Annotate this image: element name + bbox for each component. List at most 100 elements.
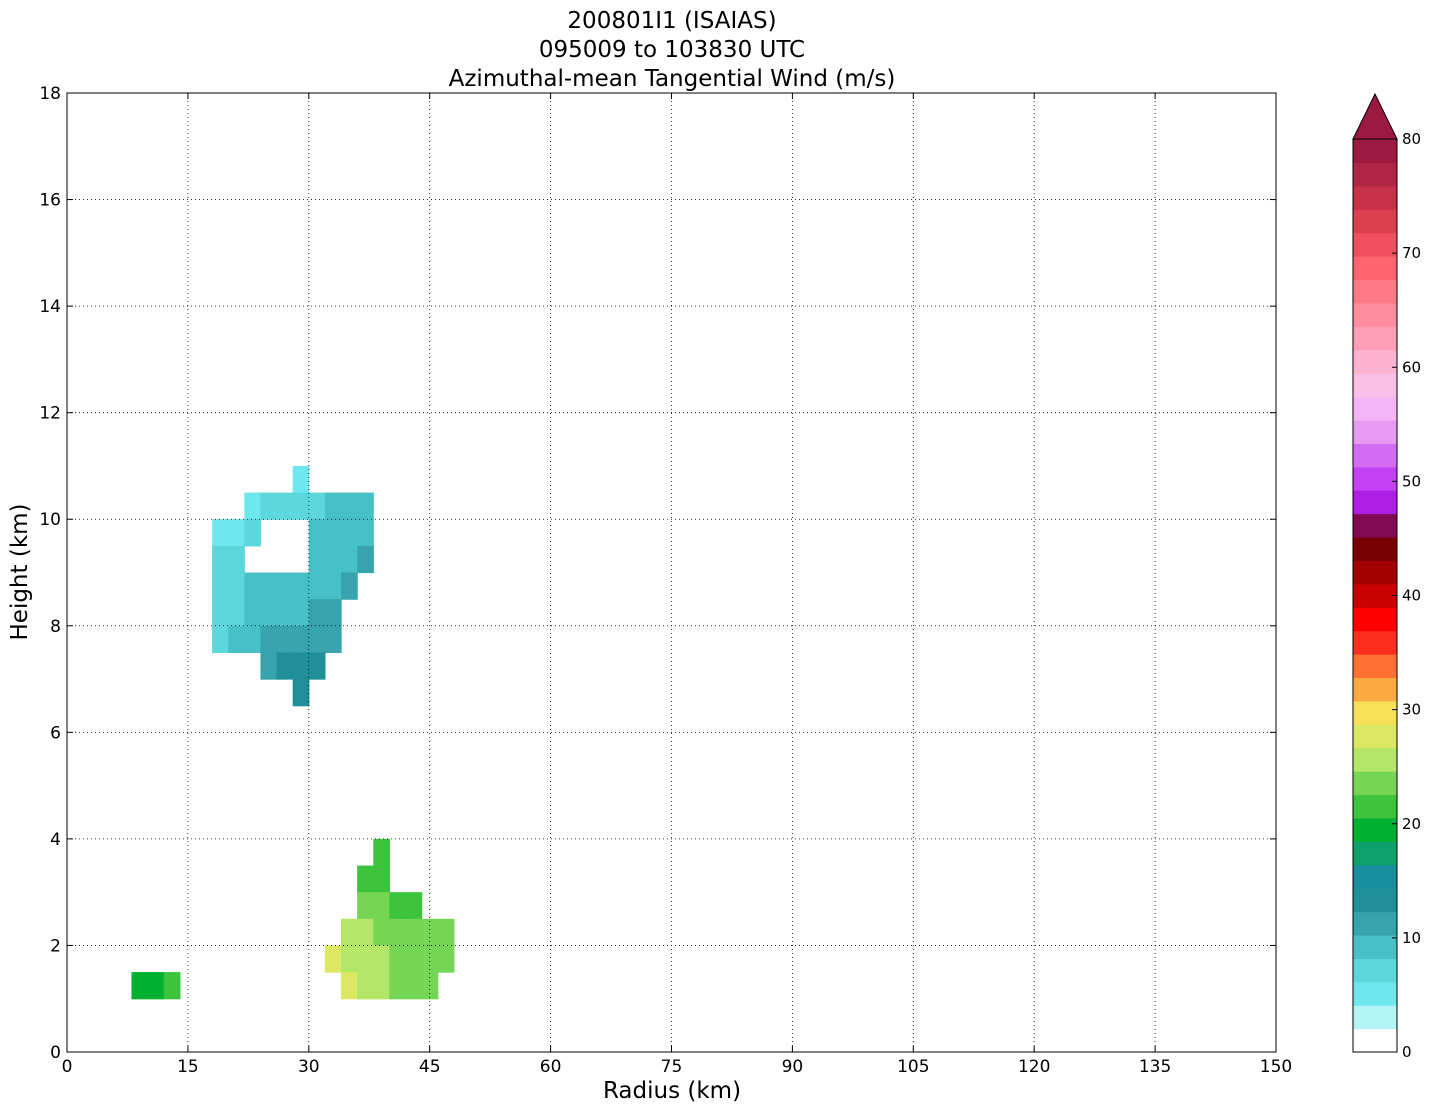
heatmap-cell xyxy=(389,918,407,947)
heatmap-cell xyxy=(373,865,390,893)
y-tick-label: 18 xyxy=(39,84,61,104)
x-tick-label: 105 xyxy=(897,1057,929,1077)
heatmap-cell xyxy=(389,945,407,973)
colorbar-segment xyxy=(1353,419,1397,444)
colorbar-tick-label: 50 xyxy=(1402,472,1421,490)
colorbar-tick-label: 80 xyxy=(1402,130,1421,148)
heatmap-cell xyxy=(357,865,374,893)
colorbar-segment xyxy=(1353,747,1397,772)
x-tick-label: 135 xyxy=(1139,1057,1171,1077)
colorbar-tick-label: 10 xyxy=(1402,929,1421,947)
heatmap-cell xyxy=(260,599,278,627)
heatmap-cell xyxy=(308,492,326,520)
tangential-wind-chart: 200801I1 (ISAIAS) 095009 to 103830 UTC A… xyxy=(7,8,1421,1104)
colorbar: 0 10 20 30 40 50 60 70 80 xyxy=(1352,92,1421,1061)
x-tick-label: 75 xyxy=(661,1057,683,1077)
x-tick-label: 60 xyxy=(540,1057,562,1077)
x-axis-label: Radius (km) xyxy=(603,1078,741,1104)
colorbar-segment xyxy=(1353,185,1397,210)
colorbar-segment xyxy=(1353,817,1397,842)
colorbar-segment xyxy=(1353,139,1397,164)
heatmap-cell xyxy=(373,945,390,973)
heatmap-cell xyxy=(131,972,149,1000)
colorbar-segment xyxy=(1353,560,1397,585)
colorbar-segment xyxy=(1353,771,1397,796)
colorbar-segment xyxy=(1353,490,1397,515)
colorbar-segment xyxy=(1353,373,1397,398)
x-tick-label: 30 xyxy=(298,1057,320,1077)
heatmap-cell xyxy=(276,572,294,600)
heatmap-cell xyxy=(308,652,326,680)
heatmap-cell xyxy=(324,572,342,600)
y-tick-label: 2 xyxy=(50,936,61,956)
colorbar-segment xyxy=(1353,536,1397,561)
heatmap-cell xyxy=(357,892,374,920)
heatmap-cell xyxy=(292,492,310,520)
heatmap-cell xyxy=(276,599,294,627)
y-tick-label: 4 xyxy=(50,830,61,850)
title-line-1: 200801I1 (ISAIAS) xyxy=(567,8,776,34)
colorbar-extend-arrow xyxy=(1352,92,1398,140)
colorbar-tick-label: 30 xyxy=(1402,701,1421,719)
heatmap-cell xyxy=(228,625,245,654)
colorbar-segment xyxy=(1353,607,1397,632)
heatmap-cell xyxy=(212,599,229,627)
colorbar-segment xyxy=(1353,888,1397,913)
heatmap-cell xyxy=(212,625,229,654)
colorbar-segment xyxy=(1353,326,1397,351)
colorbar-tick-label: 60 xyxy=(1402,358,1421,376)
colorbar-tick-label: 70 xyxy=(1402,244,1421,262)
heatmap-cell xyxy=(292,625,310,654)
heatmap-cell xyxy=(324,945,342,973)
colorbar-segment xyxy=(1353,934,1397,959)
heatmap-cell xyxy=(357,945,374,973)
heatmap-cell xyxy=(405,918,423,947)
heatmap-cell xyxy=(341,492,358,520)
heatmap-cell xyxy=(341,572,358,600)
heatmap-cell xyxy=(324,625,342,654)
colorbar-segment xyxy=(1353,724,1397,749)
y-tick-label: 10 xyxy=(39,510,61,530)
y-tick-label: 0 xyxy=(50,1043,61,1063)
title-line-3: Azimuthal-mean Tangential Wind (m/s) xyxy=(449,66,896,92)
heatmap-cell xyxy=(389,892,407,920)
heatmap-cell xyxy=(292,572,310,600)
heatmap-cell xyxy=(292,465,310,494)
heatmap-cell xyxy=(228,519,245,547)
heatmap-cell xyxy=(405,945,423,973)
colorbar-segment xyxy=(1353,232,1397,257)
heatmap-cell xyxy=(341,519,358,547)
heatmap-cell xyxy=(260,492,278,520)
heatmap-cell xyxy=(244,492,262,520)
y-tick-label: 12 xyxy=(39,404,61,424)
colorbar-segment xyxy=(1353,958,1397,983)
y-tick-label: 6 xyxy=(50,723,61,743)
heatmap-cell xyxy=(389,972,407,1000)
heatmap-cell xyxy=(308,545,326,574)
heatmap-cell xyxy=(437,945,455,973)
colorbar-segment xyxy=(1353,396,1397,421)
heatmap-cell xyxy=(357,918,374,947)
title-line-2: 095009 to 103830 UTC xyxy=(539,37,805,63)
x-tick-label: 150 xyxy=(1260,1057,1292,1077)
y-tick-label: 16 xyxy=(39,191,61,211)
heatmap-cell xyxy=(244,572,262,600)
heatmap-cell xyxy=(276,492,294,520)
heatmap-cell xyxy=(405,972,423,1000)
colorbar-segment xyxy=(1353,349,1397,374)
heatmap-cell xyxy=(308,599,326,627)
heatmap-cell xyxy=(324,599,342,627)
colorbar-segment xyxy=(1353,279,1397,304)
x-tick-label: 45 xyxy=(419,1057,441,1077)
colorbar-segment xyxy=(1353,841,1397,866)
colorbar-segment xyxy=(1353,700,1397,725)
heatmap-cell xyxy=(324,545,342,574)
colorbar-segment xyxy=(1353,443,1397,468)
y-axis-label: Height (km) xyxy=(7,503,33,640)
heatmap-cell xyxy=(373,918,390,947)
heatmap-cell xyxy=(292,652,310,680)
colorbar-segment xyxy=(1353,1028,1397,1053)
colorbar-segment xyxy=(1353,677,1397,702)
heatmap-cell xyxy=(373,972,390,1000)
colorbar-segment xyxy=(1353,466,1397,491)
